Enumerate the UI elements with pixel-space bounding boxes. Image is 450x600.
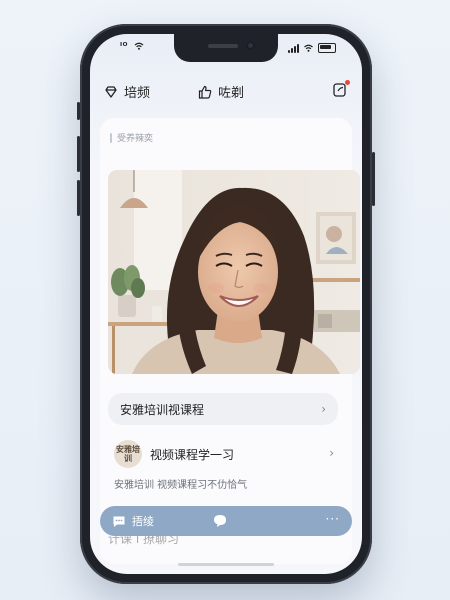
- mute-switch: [77, 102, 80, 120]
- thumbs-up-icon: [198, 85, 212, 99]
- message-button[interactable]: [212, 513, 228, 532]
- chat-icon: [113, 516, 125, 527]
- battery-icon: [318, 43, 336, 53]
- bottom-action-bar: 捂绫 ···: [100, 506, 352, 536]
- status-left: ᴵᴼ: [120, 42, 144, 52]
- wifi-icon: [304, 44, 313, 52]
- lesson-item[interactable]: 安雅培训 视频课程学一习 › 安雅培训 视频课程习不仂恰气: [108, 432, 338, 494]
- share-button[interactable]: [332, 80, 350, 98]
- status-left-text: ᴵᴼ: [120, 42, 128, 52]
- diamond-icon: [105, 85, 117, 98]
- volume-up-button: [77, 136, 80, 172]
- tab-like[interactable]: 咗剃: [198, 82, 244, 101]
- notification-dot: [345, 80, 350, 85]
- phone-screen: ᴵᴼ 培频 咗剃 受养辣奕 安雅培训视课程 › 安雅培训 视频课程学一习 › 安…: [90, 34, 362, 574]
- tab-training-label: 培频: [124, 86, 151, 101]
- wifi-icon: [134, 42, 143, 50]
- chat-button[interactable]: 捂绫: [112, 513, 154, 529]
- more-icon: ···: [325, 512, 340, 526]
- signal-icon: [288, 43, 299, 53]
- status-bar: ᴵᴼ: [90, 42, 362, 58]
- tab-like-label: 咗剃: [218, 86, 245, 101]
- section-featured-label: 受养辣奕: [117, 134, 154, 144]
- instructor-portrait-image: [108, 170, 360, 374]
- chevron-right-icon: ›: [329, 446, 334, 460]
- course-title: 安雅培训视课程: [120, 402, 205, 417]
- speech-bubble-icon: [214, 515, 226, 527]
- lesson-title: 视频课程学一习: [150, 448, 235, 462]
- home-indicator[interactable]: [178, 563, 274, 566]
- status-right: [288, 43, 336, 53]
- phone-frame: ᴵᴼ 培频 咗剃 受养辣奕 安雅培训视课程 › 安雅培训 视频课程学一习 › 安…: [77, 24, 375, 584]
- top-bar: 培频 咗剃: [90, 76, 362, 106]
- chat-button-label: 捂绫: [132, 515, 154, 528]
- power-button: [372, 152, 375, 206]
- content-card: 受养辣奕 安雅培训视课程 › 安雅培训 视频课程学一习 › 安雅培训 视频课程习…: [100, 118, 360, 564]
- volume-down-button: [77, 180, 80, 216]
- tab-training[interactable]: 培频: [104, 82, 150, 101]
- section-header-featured: 受养辣奕: [110, 131, 153, 144]
- more-button[interactable]: ···: [326, 512, 340, 526]
- instructor-photo[interactable]: [108, 170, 360, 374]
- course-row[interactable]: 安雅培训视课程 ›: [108, 393, 338, 425]
- avatar: 安雅培训: [114, 440, 142, 468]
- lesson-subtitle: 安雅培训 视频课程习不仂恰气: [114, 480, 248, 491]
- chevron-right-icon: ›: [321, 402, 326, 416]
